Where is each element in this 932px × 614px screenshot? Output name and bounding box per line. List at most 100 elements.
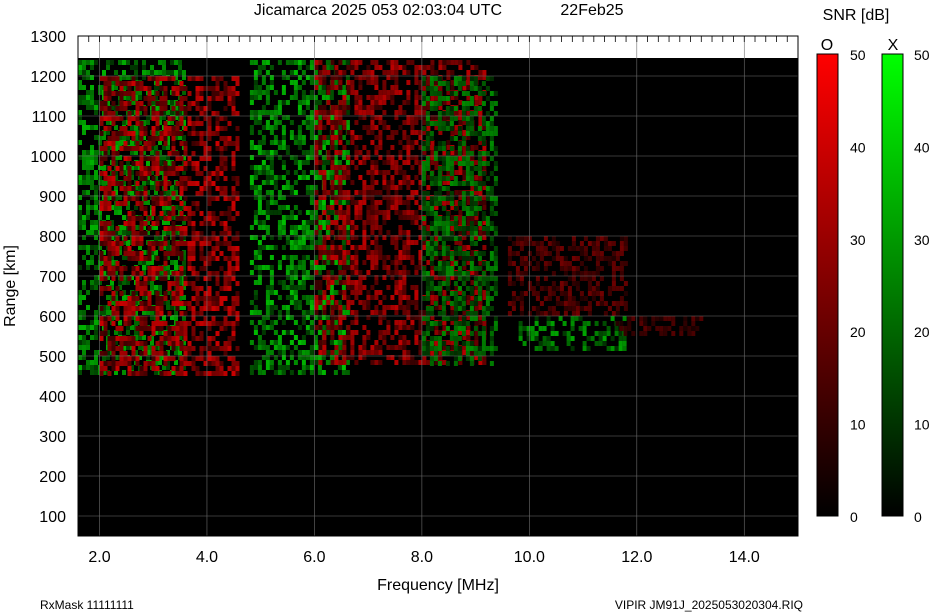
heatmap-cell-x	[453, 336, 458, 341]
heatmap-cell-x	[305, 175, 310, 180]
heatmap-cell-x	[477, 91, 482, 96]
heatmap-cell-x	[457, 326, 462, 331]
heatmap-cell-o	[223, 351, 228, 356]
heatmap-cell-x	[305, 350, 310, 355]
heatmap-cell-o	[179, 86, 184, 91]
heatmap-cell-o	[191, 251, 196, 256]
heatmap-cell-o	[394, 310, 399, 315]
heatmap-cell-o	[191, 211, 196, 216]
heatmap-cell-o	[354, 270, 359, 275]
heatmap-cell-x	[493, 126, 498, 131]
heatmap-cell-o	[163, 271, 168, 276]
heatmap-cell-o	[374, 105, 379, 110]
heatmap-cell-o	[374, 340, 379, 345]
heatmap-cell-o	[155, 161, 160, 166]
heatmap-cell-o	[390, 240, 395, 245]
heatmap-cell-o	[127, 111, 132, 116]
heatmap-cell-o	[374, 150, 379, 155]
heatmap-cell-o	[207, 106, 212, 111]
heatmap-cell-o	[131, 196, 136, 201]
heatmap-cell-x	[269, 160, 274, 165]
heatmap-cell-o	[374, 145, 379, 150]
heatmap-cell-o	[131, 346, 136, 351]
heatmap-cell-o	[338, 225, 343, 230]
heatmap-cell-x	[449, 91, 454, 96]
heatmap-cell-x	[289, 340, 294, 345]
heatmap-cell-x	[261, 245, 266, 250]
heatmap-cell-o	[219, 171, 224, 176]
heatmap-cell-x	[489, 206, 494, 211]
heatmap-cell-o	[382, 160, 387, 165]
heatmap-cell-o	[362, 285, 367, 290]
heatmap-cell-o	[107, 91, 112, 96]
heatmap-cell-x	[309, 80, 314, 85]
heatmap-cell-x	[429, 341, 434, 346]
heatmap-cell-x	[461, 256, 466, 261]
heatmap-cell-x	[94, 200, 98, 205]
heatmap-cell-x	[289, 330, 294, 335]
heatmap-cell-o	[131, 216, 136, 221]
heatmap-cell-x	[481, 276, 486, 281]
heatmap-cell-o	[111, 271, 116, 276]
heatmap-cell-o	[147, 136, 152, 141]
heatmap-cell-x	[309, 185, 314, 190]
heatmap-cell-x	[421, 201, 426, 206]
heatmap-cell-o	[135, 281, 140, 286]
heatmap-cell-o	[171, 191, 176, 196]
heatmap-cell-o	[410, 180, 415, 185]
heatmap-cell-o	[99, 241, 104, 246]
heatmap-cell-o	[223, 286, 228, 291]
heatmap-cell-o	[163, 76, 168, 81]
heatmap-cell-o	[199, 211, 204, 216]
heatmap-cell-o	[119, 131, 124, 136]
heatmap-cell-o	[163, 171, 168, 176]
heatmap-cell-o	[322, 340, 327, 345]
heatmap-cell-x	[421, 76, 426, 81]
heatmap-cell-o	[195, 91, 200, 96]
heatmap-cell-o	[115, 226, 120, 231]
heatmap-cell-o	[330, 110, 335, 115]
heatmap-cell-o	[139, 251, 144, 256]
heatmap-cell-o	[211, 231, 216, 236]
heatmap-cell-x	[309, 125, 314, 130]
heatmap-cell-x	[261, 80, 266, 85]
heatmap-cell-x	[481, 341, 486, 346]
heatmap-cell-o	[314, 190, 319, 195]
heatmap-cell-o	[342, 335, 347, 340]
heatmap-cell-o	[107, 186, 112, 191]
heatmap-cell-x	[465, 176, 470, 181]
heatmap-cell-x	[341, 370, 346, 375]
heatmap-cell-x	[457, 286, 462, 291]
heatmap-cell-o	[318, 280, 323, 285]
heatmap-cell-x	[469, 191, 474, 196]
heatmap-cell-o	[215, 306, 220, 311]
heatmap-cell-x	[473, 241, 478, 246]
heatmap-cell-o	[163, 361, 168, 366]
heatmap-cell-x	[453, 296, 458, 301]
heatmap-cell-x	[277, 370, 282, 375]
heatmap-cell-x	[78, 100, 82, 105]
heatmap-cell-x	[453, 91, 458, 96]
heatmap-cell-x	[493, 211, 498, 216]
heatmap-cell-x	[345, 225, 350, 230]
heatmap-cell-o	[338, 70, 343, 75]
heatmap-cell-o	[191, 151, 196, 156]
heatmap-cell-o	[354, 310, 359, 315]
heatmap-cell-x	[261, 225, 266, 230]
heatmap-cell-x	[301, 255, 306, 260]
heatmap-cell-x	[261, 160, 266, 165]
heatmap-cell-o	[402, 320, 407, 325]
heatmap-cell-x	[481, 351, 486, 356]
heatmap-cell-o	[103, 266, 108, 271]
heatmap-cell-o	[342, 215, 347, 220]
heatmap-cell-o	[406, 305, 411, 310]
heatmap-cell-x	[265, 230, 270, 235]
heatmap-cell-x	[265, 90, 270, 95]
heatmap-cell-x	[445, 96, 450, 101]
heatmap-cell-x	[257, 70, 262, 75]
heatmap-cell-x	[301, 270, 306, 275]
heatmap-cell-o	[207, 241, 212, 246]
heatmap-cell-x	[293, 290, 298, 295]
heatmap-cell-x	[297, 60, 302, 65]
heatmap-cell-x	[257, 190, 262, 195]
